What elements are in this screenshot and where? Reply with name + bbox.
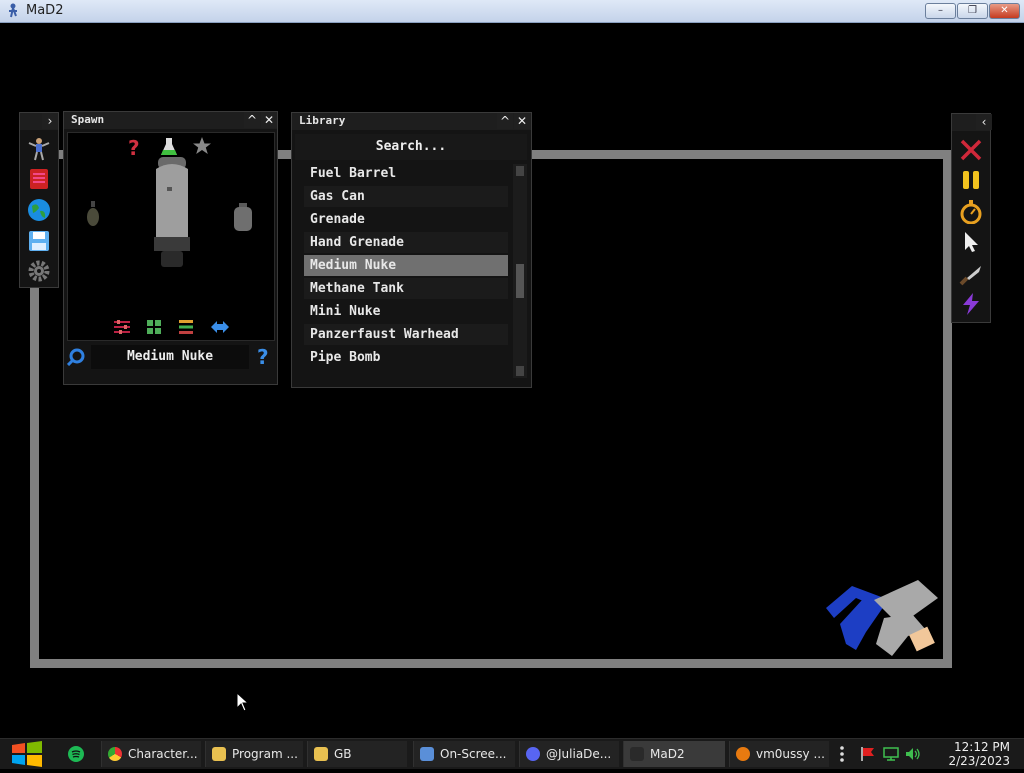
taskbar-label: GB	[334, 747, 352, 761]
right-toolbar: ‹	[951, 113, 992, 323]
library-scrollbar[interactable]	[513, 164, 527, 378]
folder-icon	[314, 747, 328, 761]
spotify-icon[interactable]	[68, 746, 84, 762]
minimize-button[interactable]: –	[925, 3, 956, 19]
mad2-icon	[630, 747, 644, 761]
close-spawn-button[interactable]: ✕	[261, 112, 277, 128]
taskbar-mad2[interactable]: MaD2	[623, 741, 725, 767]
next-item-preview[interactable]	[233, 203, 253, 231]
search-icon[interactable]	[66, 348, 85, 367]
library-panel-title: Library	[299, 114, 346, 127]
network-icon[interactable]	[883, 746, 899, 762]
globe-icon[interactable]	[27, 198, 51, 222]
knife-icon[interactable]	[959, 262, 983, 286]
save-icon[interactable]	[27, 229, 51, 253]
character-icon[interactable]	[27, 137, 51, 161]
library-item-medium-nuke[interactable]: Medium Nuke	[304, 255, 508, 276]
flag-icon[interactable]	[860, 746, 876, 762]
scroll-down-arrow[interactable]	[516, 366, 524, 376]
window-titlebar[interactable]: MaD2 – ❐ ✕	[0, 0, 1024, 23]
taskbar-gb-folder[interactable]: GB	[307, 741, 407, 767]
library-item-methane-tank[interactable]: Methane Tank	[304, 278, 508, 299]
library-item-fuel-barrel[interactable]: Fuel Barrel	[304, 163, 508, 184]
chrome-icon	[108, 747, 122, 761]
list-view-icon[interactable]	[178, 319, 194, 335]
library-item-grenade[interactable]: Grenade	[304, 209, 508, 230]
collapse-toolbar-button[interactable]: ‹	[976, 114, 992, 130]
star-icon[interactable]	[192, 136, 212, 156]
previous-item-preview[interactable]	[86, 201, 100, 227]
selected-item-field[interactable]: Medium Nuke	[91, 345, 249, 369]
library-item-mini-nuke[interactable]: Mini Nuke	[304, 301, 508, 322]
library-item-hand-grenade[interactable]: Hand Grenade	[304, 232, 508, 253]
library-item-panzerfaust-warhead[interactable]: Panzerfaust Warhead	[304, 324, 508, 345]
collapse-spawn-button[interactable]: ^	[244, 112, 260, 128]
pause-icon[interactable]	[959, 168, 983, 192]
close-icon[interactable]	[959, 138, 983, 162]
sliders-icon[interactable]	[113, 319, 131, 335]
taskbar-label: Program ...	[232, 747, 298, 761]
spawn-panel-title: Spawn	[71, 113, 105, 126]
taskbar-program-files[interactable]: Program ...	[205, 741, 303, 767]
library-panel-header[interactable]: Library	[292, 113, 531, 130]
taskbar-on-screen-keyboard[interactable]: On-Scree...	[413, 741, 515, 767]
mouse-cursor-icon	[236, 691, 250, 712]
library-item-pipe-bomb[interactable]: Pipe Bomb	[304, 347, 508, 368]
lightning-icon[interactable]	[959, 292, 983, 316]
window-title: MaD2	[26, 3, 64, 18]
medium-nuke-preview[interactable]	[153, 157, 191, 269]
spawn-panel: Spawn ^ ✕ ? Medium Nuke ?	[63, 111, 278, 385]
folder-icon	[212, 747, 226, 761]
left-toolbar: ›	[19, 112, 59, 288]
grid-view-icon[interactable]	[146, 319, 162, 335]
taskbar-label: MaD2	[650, 747, 685, 761]
clock-date: 2/23/2023	[948, 754, 1010, 768]
taskbar-vm[interactable]: vm0ussy ...	[729, 741, 829, 767]
app-icon	[6, 3, 20, 18]
close-library-button[interactable]: ✕	[514, 113, 530, 129]
maximize-button[interactable]: ❐	[957, 3, 988, 19]
keyboard-icon	[420, 747, 434, 761]
taskbar-label: Character...	[128, 747, 198, 761]
taskbar-label: vm0ussy ...	[756, 747, 825, 761]
spawn-preview[interactable]: ?	[67, 132, 275, 341]
collapse-library-button[interactable]: ^	[497, 113, 513, 129]
swap-arrows-icon[interactable]	[209, 319, 231, 335]
expand-toolbar-button[interactable]: ›	[42, 113, 58, 129]
help-icon[interactable]: ?	[257, 345, 269, 369]
flask-icon[interactable]	[160, 137, 178, 157]
gear-icon[interactable]	[27, 259, 51, 283]
close-window-button[interactable]: ✕	[989, 3, 1020, 19]
taskbar-label: @JuliaDe...	[546, 747, 612, 761]
clock[interactable]: 12:12 PM 2/23/2023	[930, 740, 1010, 768]
scroll-up-arrow[interactable]	[516, 166, 524, 176]
library-item-gas-can[interactable]: Gas Can	[304, 186, 508, 207]
clock-time: 12:12 PM	[954, 740, 1010, 754]
library-search-input[interactable]: Search...	[295, 134, 527, 160]
taskbar-chrome[interactable]: Character...	[101, 741, 201, 767]
scroll-thumb[interactable]	[516, 264, 524, 298]
cursor-icon[interactable]	[959, 230, 983, 254]
taskbar-label: On-Scree...	[440, 747, 507, 761]
book-icon[interactable]	[27, 167, 51, 191]
taskbar-discord[interactable]: @JuliaDe...	[519, 741, 619, 767]
ragdoll-character[interactable]	[822, 578, 940, 656]
stopwatch-icon[interactable]	[959, 200, 983, 225]
discord-icon	[526, 747, 540, 761]
random-icon[interactable]: ?	[128, 136, 140, 160]
taskbar: Character... Program ... GB On-Scree... …	[0, 738, 1024, 769]
more-options-icon[interactable]	[838, 745, 846, 763]
start-button[interactable]	[10, 739, 44, 769]
volume-icon[interactable]	[905, 746, 921, 762]
vm-icon	[736, 747, 750, 761]
